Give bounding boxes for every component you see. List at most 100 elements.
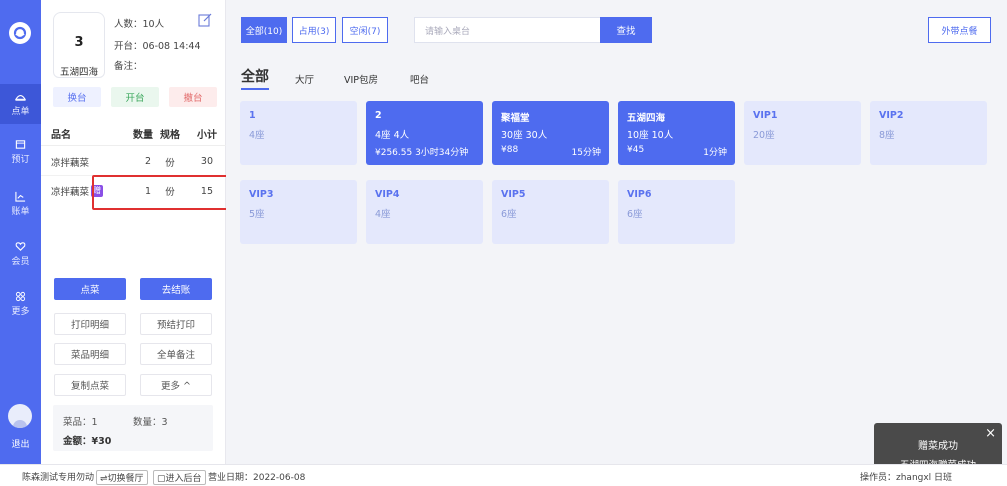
tile-seats: 10座 10人 <box>627 130 674 141</box>
toast-title: 赠菜成功 <box>918 441 958 452</box>
tile-amount: ¥256.55 3小时34分钟 <box>375 148 469 158</box>
status-bar: 陈森测试专用勿动 ⇌切换餐厅 ▢进入后台 营业日期：2022-06-08 操作员… <box>0 464 1007 486</box>
filter-all[interactable]: 全部(10) <box>241 17 287 43</box>
table-row[interactable]: 凉拌藕菜 2 份 30 <box>41 148 226 176</box>
table-tile[interactable]: VIP2 8座 <box>870 101 987 165</box>
logout-button[interactable]: 退出 <box>0 437 41 450</box>
header-spec: 规格 <box>160 130 180 141</box>
tile-name: 2 <box>375 110 382 121</box>
tile-seats: 4座 <box>375 209 391 220</box>
table-tile[interactable]: 聚福堂 30座 30人 ¥88 15分钟 <box>492 101 609 165</box>
tile-name: 聚福堂 <box>501 113 530 124</box>
table-tile[interactable]: VIP4 4座 <box>366 180 483 244</box>
grid-icon <box>15 291 26 302</box>
tile-name: VIP5 <box>501 189 526 200</box>
tab-hall[interactable]: 大厅 <box>295 72 314 86</box>
table-note: 备注： <box>114 61 143 72</box>
search-button[interactable]: 查找 <box>600 17 652 43</box>
tile-name: VIP2 <box>879 110 904 121</box>
nav-item-member[interactable]: 会员 <box>0 234 41 274</box>
table-tile[interactable]: 2 4座 4人 ¥256.55 3小时34分钟 <box>366 101 483 165</box>
operator-info: 操作员：zhangxl 日班 <box>860 473 953 483</box>
table-name: 五湖四海 <box>59 67 98 78</box>
enter-backend-button[interactable]: ▢进入后台 <box>153 470 206 485</box>
table-tile[interactable]: VIP6 6座 <box>618 180 735 244</box>
takeout-order-button[interactable]: 外带点餐 <box>928 17 991 43</box>
chart-icon <box>15 191 26 202</box>
summary-dishes: 菜品：1 <box>63 417 98 428</box>
tile-amount: ¥88 <box>501 145 519 155</box>
tile-name: 1 <box>249 110 256 121</box>
item-name: 凉拌藕菜 <box>51 187 90 198</box>
tile-seats: 30座 30人 <box>501 130 548 141</box>
switch-table-button[interactable]: 换台 <box>53 87 101 107</box>
nav-item-bill[interactable]: 账单 <box>0 184 41 224</box>
item-subtotal: 30 <box>200 156 213 167</box>
nav-item-reservation[interactable]: 预订 <box>0 132 41 172</box>
current-table-card: 3 五湖四海 <box>53 12 105 78</box>
calendar-icon <box>15 140 26 149</box>
tab-bar[interactable]: 吧台 <box>410 72 429 86</box>
dish-detail-button[interactable]: 菜品明细 <box>54 343 126 365</box>
table-people: 人数：10人 <box>114 19 165 30</box>
header-name: 品名 <box>51 130 71 141</box>
item-qty: 2 <box>144 156 151 167</box>
nav-item-label: 点单 <box>11 107 30 117</box>
more-button[interactable]: 更多 ^ <box>140 374 212 396</box>
nav-item-label: 更多 <box>11 307 30 317</box>
tile-seats: 5座 <box>249 209 265 220</box>
table-number: 3 <box>74 35 84 50</box>
order-summary: 菜品：1 数量：3 金额：¥30 <box>53 405 213 451</box>
open-table-button[interactable]: 开台 <box>111 87 159 107</box>
tile-time: 15分钟 <box>571 148 601 158</box>
tile-name: VIP1 <box>753 110 778 121</box>
tile-seats: 4座 4人 <box>375 130 410 141</box>
table-tile[interactable]: 五湖四海 10座 10人 ¥45 1分钟 <box>618 101 735 165</box>
heart-icon <box>15 242 26 251</box>
tile-name: VIP3 <box>249 189 274 200</box>
app-logo-icon <box>9 22 31 44</box>
summary-count: 数量：3 <box>133 417 168 428</box>
cancel-table-button[interactable]: 撤台 <box>169 87 217 107</box>
tile-seats: 20座 <box>753 130 775 141</box>
tile-name: 五湖四海 <box>627 113 666 124</box>
summary-amount: 金额：¥30 <box>63 436 112 447</box>
tile-time: 1分钟 <box>703 148 727 158</box>
left-nav: 点单 预订 账单 会员 更多 退出 <box>0 0 41 464</box>
item-spec: 份 <box>165 157 175 169</box>
whole-note-button[interactable]: 全单备注 <box>140 343 212 365</box>
table-tile[interactable]: VIP3 5座 <box>240 180 357 244</box>
search-input[interactable]: 请输入桌台 <box>414 17 600 43</box>
switch-store-button[interactable]: ⇌切换餐厅 <box>96 470 148 485</box>
nav-item-label: 预订 <box>11 155 30 165</box>
tile-seats: 6座 <box>627 209 643 220</box>
table-tile[interactable]: VIP1 20座 <box>744 101 861 165</box>
copy-dish-button[interactable]: 复制点菜 <box>54 374 126 396</box>
item-name: 凉拌藕菜 <box>51 157 90 169</box>
nav-item-more[interactable]: 更多 <box>0 284 41 324</box>
print-detail-button[interactable]: 打印明细 <box>54 313 126 335</box>
tile-seats: 4座 <box>249 130 265 141</box>
highlight-box <box>92 175 230 210</box>
nav-item-order[interactable]: 点单 <box>0 84 41 124</box>
table-tile[interactable]: VIP5 6座 <box>492 180 609 244</box>
tile-name: VIP4 <box>375 189 400 200</box>
items-header: 品名 数量 规格 小计 <box>41 122 226 146</box>
filter-occupied[interactable]: 占用(3) <box>292 17 336 43</box>
table-open-time: 开台：06-08 14:44 <box>114 41 201 52</box>
tab-all[interactable]: 全部 <box>241 66 269 90</box>
filter-free[interactable]: 空闲(7) <box>342 17 388 43</box>
checkout-button[interactable]: 去结账 <box>140 278 212 300</box>
tile-amount: ¥45 <box>627 145 645 155</box>
order-panel: 3 五湖四海 人数：10人 开台：06-08 14:44 备注： 换台 开台 撤… <box>41 0 226 464</box>
nav-item-label: 账单 <box>11 207 30 217</box>
order-dish-button[interactable]: 点菜 <box>54 278 126 300</box>
tile-seats: 6座 <box>501 209 517 220</box>
avatar[interactable] <box>8 404 32 428</box>
tab-vip-room[interactable]: VIP包房 <box>344 72 378 86</box>
table-tile[interactable]: 1 4座 <box>240 101 357 165</box>
tile-seats: 8座 <box>879 130 895 141</box>
edit-icon[interactable] <box>198 13 212 27</box>
tile-name: VIP6 <box>627 189 652 200</box>
pre-print-button[interactable]: 预结打印 <box>140 313 212 335</box>
